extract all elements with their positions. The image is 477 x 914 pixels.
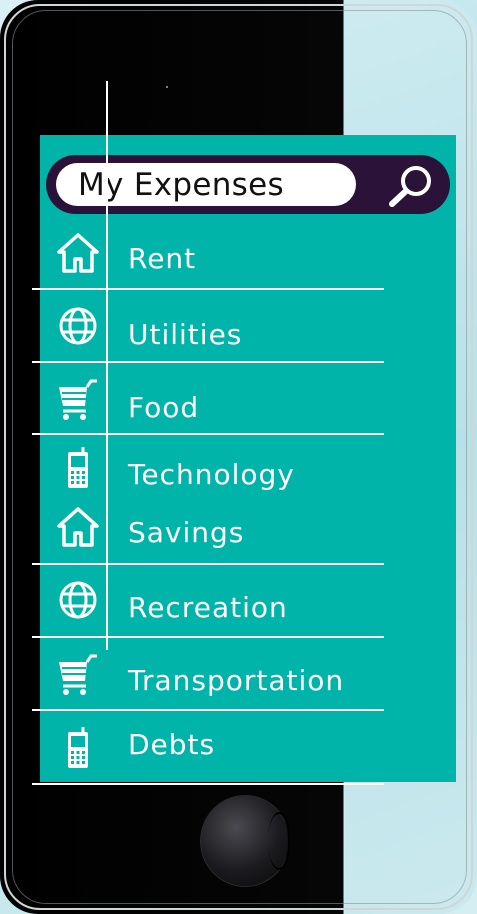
globe-icon <box>41 565 115 637</box>
search-input[interactable]: My Expenses <box>56 163 356 206</box>
menu-item-label: Food <box>128 391 200 424</box>
phone-icon <box>41 436 115 500</box>
menu-item-label: Debts <box>128 728 216 761</box>
menu-item-food[interactable]: Food <box>0 363 352 436</box>
search-icon[interactable] <box>386 161 436 209</box>
menu-item-label: Recreation <box>128 591 288 624</box>
home-button-edge <box>268 812 290 870</box>
menu-item-label: Rent <box>128 242 197 275</box>
cart-icon <box>41 363 115 436</box>
menu-item-technology[interactable]: Technology <box>0 436 352 509</box>
search-input-value: My Expenses <box>78 167 284 203</box>
menu-item-debts[interactable]: Debts <box>0 711 352 784</box>
globe-icon <box>41 290 115 363</box>
menu-item-label: Savings <box>128 516 245 549</box>
menu-item-recreation[interactable]: Recreation <box>0 565 352 638</box>
menu-item-transportation[interactable]: Transportation <box>0 638 352 711</box>
menu-item-label: Technology <box>128 458 295 491</box>
menu-item-savings[interactable]: Savings <box>0 500 352 564</box>
phone-icon <box>41 711 115 784</box>
menu-item-rent[interactable]: Rent <box>0 216 352 289</box>
cart-icon <box>41 638 115 711</box>
home-icon <box>41 216 115 289</box>
home-icon <box>41 500 115 554</box>
menu-item-utilities[interactable]: Utilities <box>0 290 352 363</box>
front-camera <box>166 86 168 88</box>
menu-item-label: Utilities <box>128 318 243 351</box>
menu-item-label: Transportation <box>128 664 345 697</box>
